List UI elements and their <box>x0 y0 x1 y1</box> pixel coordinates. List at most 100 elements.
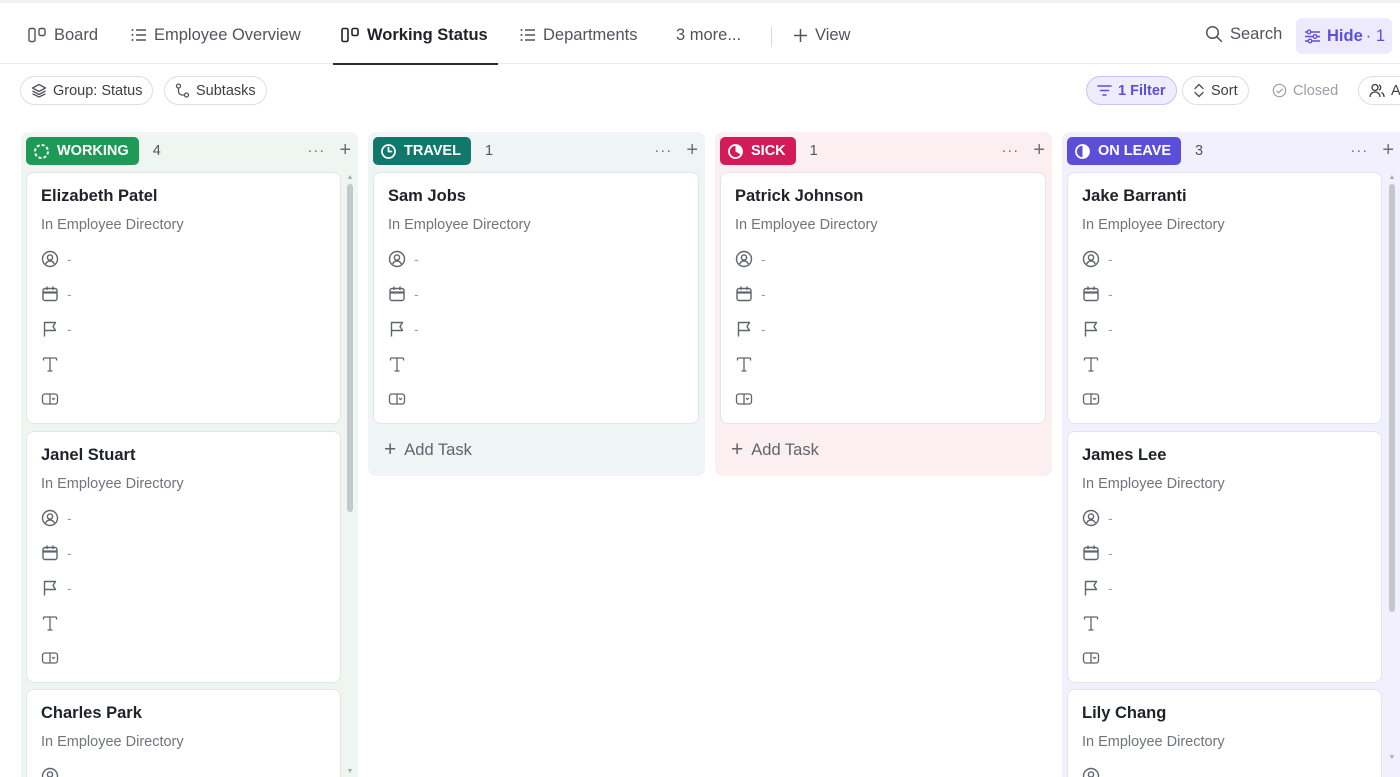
scrollbar-thumb[interactable] <box>347 184 353 512</box>
calendar-icon <box>736 286 752 302</box>
add-view-button[interactable]: View <box>793 6 850 64</box>
scroll-down-icon[interactable]: ▼ <box>346 768 354 776</box>
status-badge-travel[interactable]: TRAVEL <box>373 137 471 165</box>
group-by-status-button[interactable]: Group: Status <box>20 76 154 105</box>
priority-flag-icon <box>737 321 751 337</box>
column-add-icon[interactable]: + <box>339 139 351 162</box>
custom-field[interactable] <box>1082 388 1100 410</box>
custom-field[interactable] <box>41 388 59 410</box>
text-field[interactable] <box>1082 612 1100 634</box>
card-title: Elizabeth Patel <box>41 187 158 205</box>
column-more-icon[interactable]: ··· <box>307 142 325 159</box>
date-field[interactable]: - <box>1082 542 1113 564</box>
assignee-field[interactable] <box>1082 765 1100 777</box>
card-location: In Employee Directory <box>1082 734 1225 750</box>
assignee-field[interactable]: - <box>388 248 419 270</box>
search-button[interactable]: Search <box>1205 17 1282 51</box>
search-icon <box>1205 25 1223 43</box>
task-card[interactable]: Charles Park In Employee Directory <box>26 689 341 777</box>
text-field[interactable] <box>1082 353 1100 375</box>
column-more-icon[interactable]: ··· <box>1001 142 1019 159</box>
sort-button[interactable]: Sort <box>1182 76 1249 105</box>
card-title: Lily Chang <box>1082 704 1167 722</box>
add-task-button[interactable]: + Add Task <box>731 438 819 462</box>
scroll-up-icon[interactable]: ▲ <box>346 174 354 182</box>
task-card[interactable]: Lily Chang In Employee Directory <box>1067 689 1382 777</box>
custom-field[interactable] <box>1082 647 1100 669</box>
custom-field[interactable] <box>41 647 59 669</box>
column-add-icon[interactable]: + <box>1382 139 1394 162</box>
board-column-on-leave: ON LEAVE 3 ··· + Jake Barranti In Employ… <box>1062 132 1400 777</box>
assignee-field[interactable]: - <box>41 248 72 270</box>
status-badge-on-leave[interactable]: ON LEAVE <box>1067 137 1182 165</box>
hide-button[interactable]: Hide · 1 <box>1296 18 1392 54</box>
assignee-field[interactable]: - <box>41 507 72 529</box>
assignee-field[interactable]: - <box>1082 507 1113 529</box>
show-closed-button[interactable]: Closed <box>1262 76 1348 105</box>
date-field[interactable]: - <box>41 283 72 305</box>
text-field[interactable] <box>41 353 59 375</box>
scroll-down-icon[interactable]: ▼ <box>1388 754 1396 762</box>
priority-field[interactable]: - <box>735 318 766 340</box>
column-header: TRAVEL 1 ··· + <box>373 137 700 165</box>
column-scrollbar[interactable]: ▲ ▼ <box>1388 174 1396 777</box>
priority-flag-icon <box>1084 580 1098 596</box>
scroll-up-icon[interactable]: ▲ <box>1388 174 1396 182</box>
card-title: Janel Stuart <box>41 446 136 464</box>
text-field-icon <box>1083 616 1099 631</box>
priority-field[interactable]: - <box>41 577 72 599</box>
text-field[interactable] <box>735 353 753 375</box>
text-field-icon <box>1083 357 1099 372</box>
priority-flag-icon <box>1084 321 1098 337</box>
custom-field[interactable] <box>388 388 406 410</box>
tab-more[interactable]: 3 more... <box>676 6 741 64</box>
task-card[interactable]: Patrick Johnson In Employee Directory - … <box>720 172 1046 424</box>
date-field[interactable]: - <box>41 542 72 564</box>
assignee-field[interactable]: - <box>735 248 766 270</box>
status-badge-working[interactable]: WORKING <box>26 137 139 165</box>
column-add-icon[interactable]: + <box>1033 139 1045 162</box>
date-field[interactable]: - <box>1082 283 1113 305</box>
tab-departments[interactable]: Departments <box>520 6 637 64</box>
assignee-icon <box>735 250 753 268</box>
task-card[interactable]: Janel Stuart In Employee Directory - - - <box>26 431 341 683</box>
status-working-icon <box>34 143 49 159</box>
status-travel-icon <box>381 143 396 159</box>
card-title: Jake Barranti <box>1082 187 1187 205</box>
column-header: SICK 1 ··· + <box>720 137 1047 165</box>
column-more-icon[interactable]: ··· <box>1350 142 1368 159</box>
priority-field[interactable]: - <box>1082 318 1113 340</box>
priority-field[interactable]: - <box>388 318 419 340</box>
assignee-button[interactable]: A <box>1358 76 1400 105</box>
list-icon <box>520 28 536 42</box>
task-card[interactable]: Elizabeth Patel In Employee Directory - … <box>26 172 341 424</box>
task-card[interactable]: Jake Barranti In Employee Directory - - … <box>1067 172 1382 424</box>
date-field[interactable]: - <box>735 283 766 305</box>
assignee-field[interactable]: - <box>1082 248 1113 270</box>
text-field[interactable] <box>388 353 406 375</box>
custom-field[interactable] <box>735 388 753 410</box>
tab-employee-overview[interactable]: Employee Overview <box>131 6 301 64</box>
task-card[interactable]: Sam Jobs In Employee Directory - - - <box>373 172 699 424</box>
column-add-icon[interactable]: + <box>686 139 698 162</box>
text-field[interactable] <box>41 612 59 634</box>
add-task-button[interactable]: + Add Task <box>384 438 472 462</box>
status-on-leave-icon <box>1075 143 1090 159</box>
filter-button[interactable]: 1 Filter <box>1086 76 1177 105</box>
status-badge-sick[interactable]: SICK <box>720 137 796 165</box>
task-card[interactable]: James Lee In Employee Directory - - - <box>1067 431 1382 683</box>
column-more-icon[interactable]: ··· <box>654 142 672 159</box>
priority-field[interactable]: - <box>41 318 72 340</box>
tab-board[interactable]: Board <box>28 6 98 64</box>
tab-working-status[interactable]: Working Status <box>341 6 488 64</box>
column-scrollbar[interactable]: ▲ ▼ <box>346 174 354 777</box>
view-tab-bar: Board Employee Overview Working Status D… <box>0 0 1400 65</box>
layers-icon <box>31 83 47 98</box>
card-location: In Employee Directory <box>41 217 184 233</box>
date-field[interactable]: - <box>388 283 419 305</box>
board-column-travel: TRAVEL 1 ··· + Sam Jobs In Employee Dire… <box>368 132 705 476</box>
priority-field[interactable]: - <box>1082 577 1113 599</box>
scrollbar-thumb[interactable] <box>1389 184 1395 612</box>
assignee-field[interactable] <box>41 765 59 777</box>
subtasks-button[interactable]: Subtasks <box>164 76 267 105</box>
